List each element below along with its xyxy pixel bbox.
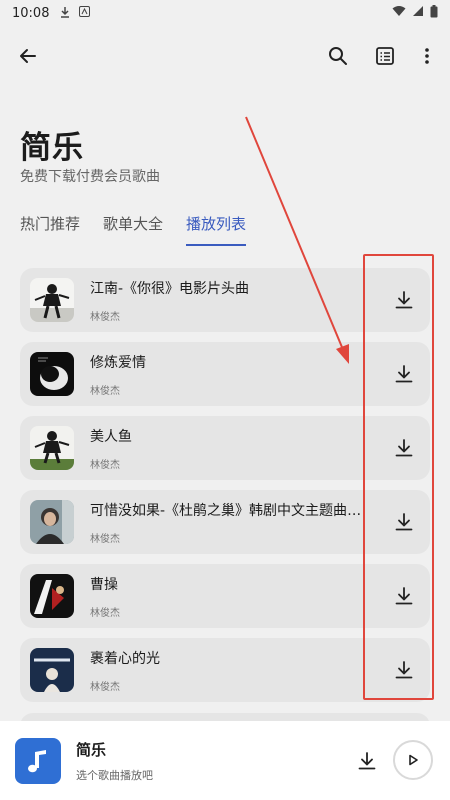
player-subtitle: 选个歌曲播放吧: [76, 769, 153, 782]
annotation-highlight-box: [363, 254, 434, 700]
download-icon: [358, 752, 376, 770]
play-button[interactable]: [393, 740, 433, 780]
mini-player[interactable]: 简乐 选个歌曲播放吧: [0, 721, 450, 800]
player-title: 简乐: [76, 741, 107, 759]
player-download-button[interactable]: [355, 749, 379, 773]
player-artwork: [15, 738, 61, 784]
play-icon: [409, 754, 418, 766]
music-note-icon: [28, 750, 46, 773]
